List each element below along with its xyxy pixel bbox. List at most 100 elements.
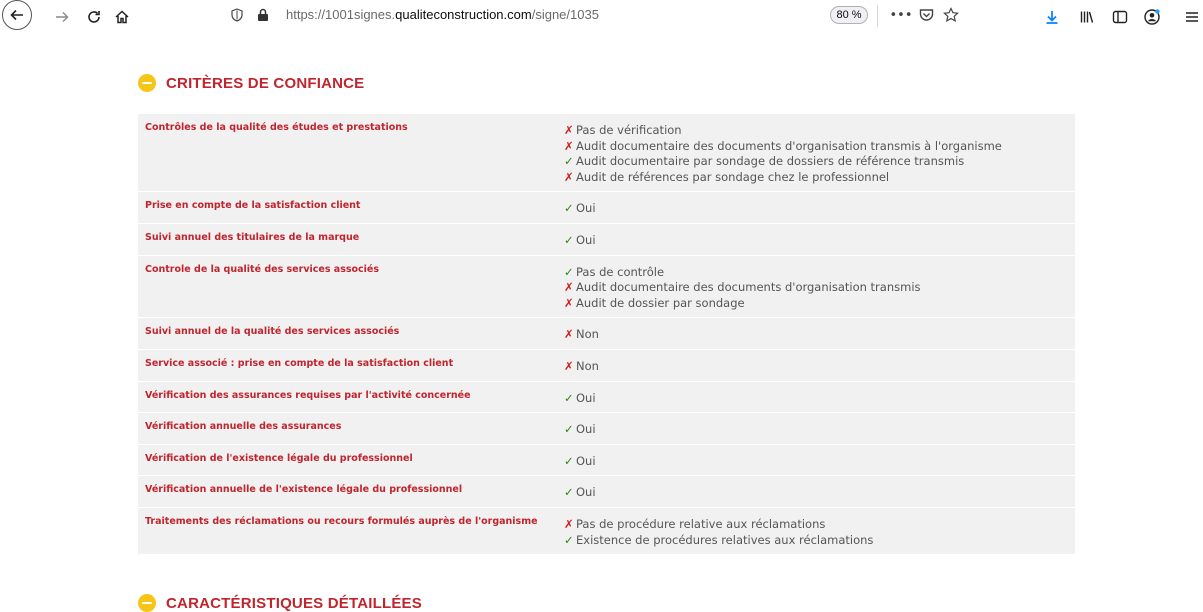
browser-toolbar: https://1001signes.qualiteconstruction.c… xyxy=(0,0,1203,36)
cross-icon: ✗ xyxy=(564,138,574,153)
url-domain: qualiteconstruction.com xyxy=(395,7,532,22)
check-icon: ✓ xyxy=(564,154,574,169)
bookmark-star-icon[interactable] xyxy=(940,4,962,26)
table-row: Vérification de l'existence légale du pr… xyxy=(138,445,1075,477)
criterion-value-text: Non xyxy=(576,358,599,373)
criterion-label: Vérification annuelle des assurances xyxy=(145,421,342,433)
table-row: Service associé : prise en compte de la … xyxy=(138,350,1075,382)
cross-icon: ✗ xyxy=(564,358,574,373)
criterion-value: ✗ Pas de procédure relative aux réclamati… xyxy=(564,517,873,533)
criterion-value: ✗ Audit de références par sondage chez le… xyxy=(564,170,1002,186)
criterion-value-text: Pas de vérification xyxy=(576,123,682,137)
cross-icon: ✗ xyxy=(564,295,574,310)
check-icon: ✓ xyxy=(564,453,574,468)
library-button[interactable] xyxy=(1073,3,1101,31)
criterion-label: Vérification des assurances requises par… xyxy=(145,389,471,401)
criterion-value-text: Oui xyxy=(576,453,596,468)
criterion-value-text: Audit de dossier par sondage xyxy=(576,295,745,310)
criterion-value: ✗ Pas de vérification xyxy=(564,123,1002,139)
table-row: Suivi annuel des titulaires de la marque… xyxy=(138,224,1075,256)
forward-button[interactable] xyxy=(48,3,76,31)
table-row: Prise en compte de la satisfaction clien… xyxy=(138,192,1075,224)
url-prefix: https://1001signes. xyxy=(286,7,396,22)
criterion-value-text: Oui xyxy=(576,390,596,405)
home-button[interactable] xyxy=(108,3,136,31)
criterion-label: Contrôles de la qualité des études et pr… xyxy=(145,122,408,133)
section-trust-header[interactable]: CRITÈRES DE CONFIANCE xyxy=(138,74,364,92)
criterion-value-text: Oui xyxy=(576,485,596,500)
account-button[interactable] xyxy=(1138,3,1166,31)
criteria-table: Contrôles de la qualité des études et pr… xyxy=(138,114,1075,556)
download-icon xyxy=(1046,11,1058,24)
back-button[interactable] xyxy=(2,0,32,30)
criterion-value: ✗ Audit de dossier par sondage xyxy=(564,296,921,312)
criterion-value-text: Oui xyxy=(576,232,596,247)
pocket-icon[interactable] xyxy=(915,4,937,26)
criterion-value-text: Audit documentaire des documents d'organ… xyxy=(576,280,921,295)
criterion-label: Service associé : prise en compte de la … xyxy=(145,357,454,369)
criterion-value-text: Oui xyxy=(576,201,596,216)
criterion-value: ✓ Oui xyxy=(564,391,596,407)
url-separator xyxy=(877,5,878,27)
table-row: Vérification annuelle de l'existence lég… xyxy=(138,476,1075,508)
criterion-values: ✗ Non xyxy=(564,318,599,349)
check-icon: ✓ xyxy=(564,201,574,216)
collapse-icon[interactable] xyxy=(138,74,156,92)
table-row: Contrôles de la qualité des études et pr… xyxy=(138,114,1075,193)
url-path: /signe/1035 xyxy=(531,7,599,22)
criterion-label: Traitements des réclamations ou recours … xyxy=(145,515,538,527)
criterion-values: ✓ Oui xyxy=(564,382,596,413)
criterion-values: ✓ Oui xyxy=(564,413,596,444)
check-icon: ✓ xyxy=(564,264,574,279)
criterion-value: ✗ Audit documentaire des documents d'orga… xyxy=(564,280,921,296)
url-bar[interactable]: https://1001signes.qualiteconstruction.c… xyxy=(222,3,987,29)
criterion-value-text: Existence de procédures relatives aux ré… xyxy=(576,532,874,547)
criterion-label: Vérification de l'existence légale du pr… xyxy=(145,452,413,464)
shield-icon[interactable] xyxy=(226,4,248,26)
criterion-value: ✓ Audit documentaire par sondage de dossi… xyxy=(564,154,1002,170)
table-row: Vérification des assurances requises par… xyxy=(138,382,1075,414)
home-icon xyxy=(115,10,129,24)
sidebar-icon xyxy=(1112,10,1128,24)
back-icon xyxy=(10,9,23,21)
criterion-values: ✗ Pas de procédure relative aux réclamati… xyxy=(564,508,873,554)
check-icon: ✓ xyxy=(564,485,574,500)
section-details-header[interactable]: CARACTÉRISTIQUES DÉTAILLÉES xyxy=(138,594,422,612)
criterion-label: Suivi annuel des titulaires de la marque xyxy=(145,231,360,243)
criterion-value: ✓ Existence de procédures relatives aux r… xyxy=(564,533,873,549)
cross-icon: ✗ xyxy=(564,280,574,295)
criterion-values: ✓ Oui xyxy=(564,224,596,255)
criterion-value-text: Audit documentaire par sondage de dossie… xyxy=(576,154,965,169)
criterion-value: ✗ Audit documentaire des documents d'orga… xyxy=(564,139,1002,155)
sidebar-button[interactable] xyxy=(1106,3,1134,31)
criterion-values: ✗ Pas de vérification ✗ Audit documentaire … xyxy=(564,114,1002,191)
criterion-values: ✓ Oui xyxy=(564,192,596,223)
table-row: Suivi annuel de la qualité des services … xyxy=(138,318,1075,350)
criterion-value-text: Non xyxy=(576,327,599,342)
criterion-value: ✓ Oui xyxy=(564,454,596,470)
criterion-value: ✗ Non xyxy=(564,327,599,343)
criterion-value: ✓ Oui xyxy=(564,233,596,249)
menu-button[interactable] xyxy=(1178,3,1203,31)
section-trust-title: CRITÈRES DE CONFIANCE xyxy=(166,74,365,92)
criterion-value: ✗ Non xyxy=(564,359,599,375)
cross-icon: ✗ xyxy=(564,123,574,137)
criterion-value-text: Audit documentaire des documents d'organ… xyxy=(576,138,1002,153)
criterion-label: Controle de la qualité des services asso… xyxy=(145,263,380,275)
cross-icon: ✗ xyxy=(564,327,574,342)
criterion-value: ✓ Pas de contrôle xyxy=(564,265,921,281)
check-icon: ✓ xyxy=(564,232,574,247)
account-icon xyxy=(1144,9,1160,25)
collapse-icon[interactable] xyxy=(138,594,156,612)
downloads-button[interactable] xyxy=(1038,3,1066,31)
page-actions-icon[interactable]: ••• xyxy=(890,4,913,26)
zoom-indicator[interactable]: 80 % xyxy=(830,6,868,24)
lock-icon[interactable] xyxy=(252,4,274,26)
criterion-value: ✓ Oui xyxy=(564,422,596,438)
reload-button[interactable] xyxy=(80,3,108,31)
criterion-values: ✓ Oui xyxy=(564,445,596,476)
cross-icon: ✗ xyxy=(564,516,574,531)
criterion-value-text: Pas de contrôle xyxy=(576,264,665,279)
criterion-value-text: Pas de procédure relative aux réclamatio… xyxy=(576,516,826,531)
criterion-value-text: Audit de références par sondage chez le … xyxy=(576,169,890,184)
